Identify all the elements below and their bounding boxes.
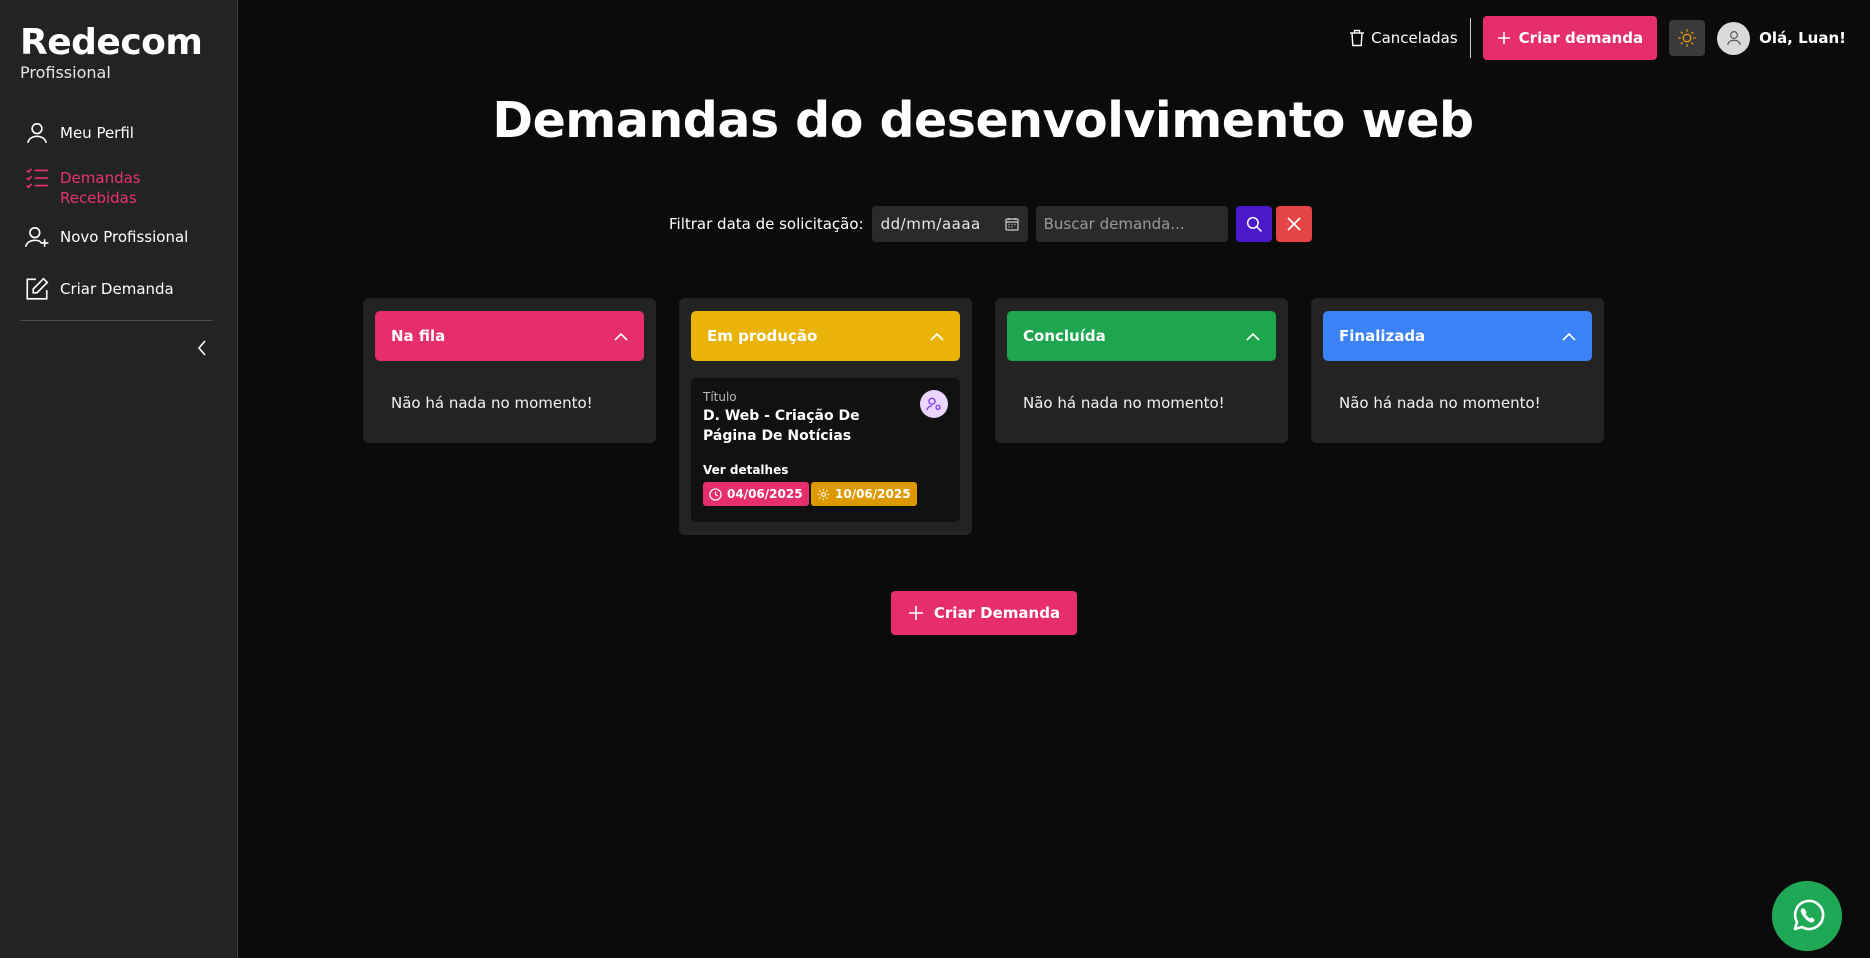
sidebar-item-novo-profissional[interactable]: Novo Profissional — [24, 224, 188, 250]
theme-toggle-button[interactable] — [1669, 20, 1706, 56]
create-demand-button[interactable]: Criar Demanda — [891, 591, 1077, 635]
checklist-icon — [26, 168, 48, 189]
avatar — [1717, 21, 1751, 55]
create-demand-label: Criar Demanda — [933, 604, 1061, 622]
plus-icon — [908, 606, 923, 620]
card-kicker: Título — [703, 390, 737, 404]
page-title: Demandas do desenvolvimento web — [492, 92, 1474, 149]
column-finalizada: Finalizada Não há nada no momento! — [1311, 298, 1604, 443]
brand: Redecom Profissional — [20, 22, 203, 82]
calendar-icon[interactable] — [1005, 217, 1019, 231]
user-settings-icon — [926, 397, 941, 411]
column-title: Na fila — [391, 327, 446, 345]
start-date: 04/06/2025 — [727, 487, 803, 501]
brand-subtitle: Profissional — [20, 63, 111, 82]
date-placeholder: dd/mm/aaaa — [880, 215, 981, 233]
create-demand-top-label: Criar demanda — [1518, 29, 1644, 47]
demand-card[interactable]: Título D. Web - Criação De Página De Not… — [691, 378, 960, 522]
sidebar-item-demandas-recebidas[interactable]: Demandas Recebidas — [24, 165, 150, 208]
sidebar-divider — [20, 320, 213, 321]
column-header[interactable]: Finalizada — [1323, 311, 1592, 361]
chevron-up-icon — [1562, 332, 1576, 341]
due-date-badge: 10/06/2025 — [811, 482, 917, 506]
chevron-up-icon — [614, 332, 628, 341]
start-date-badge: 04/06/2025 — [703, 482, 809, 506]
canceled-label: Canceladas — [1371, 29, 1458, 47]
topbar: Canceladas Criar demanda Olá, Luan! — [1349, 16, 1846, 60]
sidebar-item-label: Meu Perfil — [60, 124, 134, 142]
trash-icon — [1350, 29, 1365, 47]
column-na-fila: Na fila Não há nada no momento! — [363, 298, 656, 443]
sidebar: Redecom Profissional Meu Perfil Demandas… — [0, 0, 238, 958]
clear-filter-button[interactable] — [1275, 206, 1312, 242]
column-header[interactable]: Na fila — [375, 311, 644, 361]
search-input[interactable] — [1035, 206, 1228, 242]
clock-icon — [709, 487, 722, 501]
column-header[interactable]: Concluída — [1007, 311, 1276, 361]
collapse-sidebar-button[interactable] — [192, 337, 212, 359]
column-concluida: Concluída Não há nada no momento! — [995, 298, 1288, 443]
date-filter-input[interactable]: dd/mm/aaaa — [871, 206, 1028, 242]
whatsapp-button[interactable] — [1772, 881, 1842, 951]
create-demand-top-button[interactable]: Criar demanda — [1482, 16, 1658, 60]
card-title: D. Web - Criação De Página De Notícias — [703, 408, 860, 444]
chevron-up-icon — [930, 332, 944, 341]
search-button[interactable] — [1235, 206, 1272, 242]
column-header[interactable]: Em produção — [691, 311, 960, 361]
filter-bar: Filtrar data de solicitação: dd/mm/aaaa — [669, 206, 1312, 242]
empty-message: Não há nada no momento! — [1023, 394, 1225, 412]
user-plus-icon — [24, 226, 49, 248]
user-icon — [1726, 31, 1741, 45]
chevron-up-icon — [1246, 332, 1260, 341]
due-date: 10/06/2025 — [835, 487, 911, 501]
filter-label: Filtrar data de solicitação: — [669, 215, 864, 233]
whatsapp-icon — [1793, 899, 1825, 931]
gear-icon — [817, 488, 830, 500]
sidebar-item-meu-perfil[interactable]: Meu Perfil — [24, 120, 134, 146]
edit-icon — [26, 277, 49, 300]
sidebar-item-criar-demanda[interactable]: Criar Demanda — [24, 276, 174, 302]
search-icon — [1246, 216, 1262, 233]
plus-icon — [1497, 32, 1510, 44]
user-icon — [27, 122, 47, 144]
empty-message: Não há nada no momento! — [1339, 394, 1541, 412]
sidebar-item-label: Demandas Recebidas — [60, 169, 141, 207]
canceled-button[interactable]: Canceladas — [1349, 18, 1471, 58]
sun-icon — [1678, 29, 1696, 47]
view-details-link[interactable]: Ver detalhes — [703, 463, 788, 477]
sidebar-item-label: Novo Profissional — [60, 228, 189, 246]
user-greeting: Olá, Luan! — [1759, 29, 1846, 47]
close-icon — [1286, 217, 1301, 231]
user-menu[interactable]: Olá, Luan! — [1717, 21, 1846, 55]
chevron-left-icon — [197, 340, 206, 356]
column-title: Finalizada — [1339, 327, 1426, 345]
sidebar-item-label: Criar Demanda — [60, 280, 174, 298]
assign-user-button[interactable] — [920, 390, 948, 418]
empty-message: Não há nada no momento! — [391, 394, 593, 412]
column-title: Em produção — [707, 327, 818, 345]
column-em-producao: Em produção Título D. Web - Criação De P… — [679, 298, 972, 535]
column-title: Concluída — [1023, 327, 1106, 345]
brand-title: Redecom — [20, 22, 203, 63]
